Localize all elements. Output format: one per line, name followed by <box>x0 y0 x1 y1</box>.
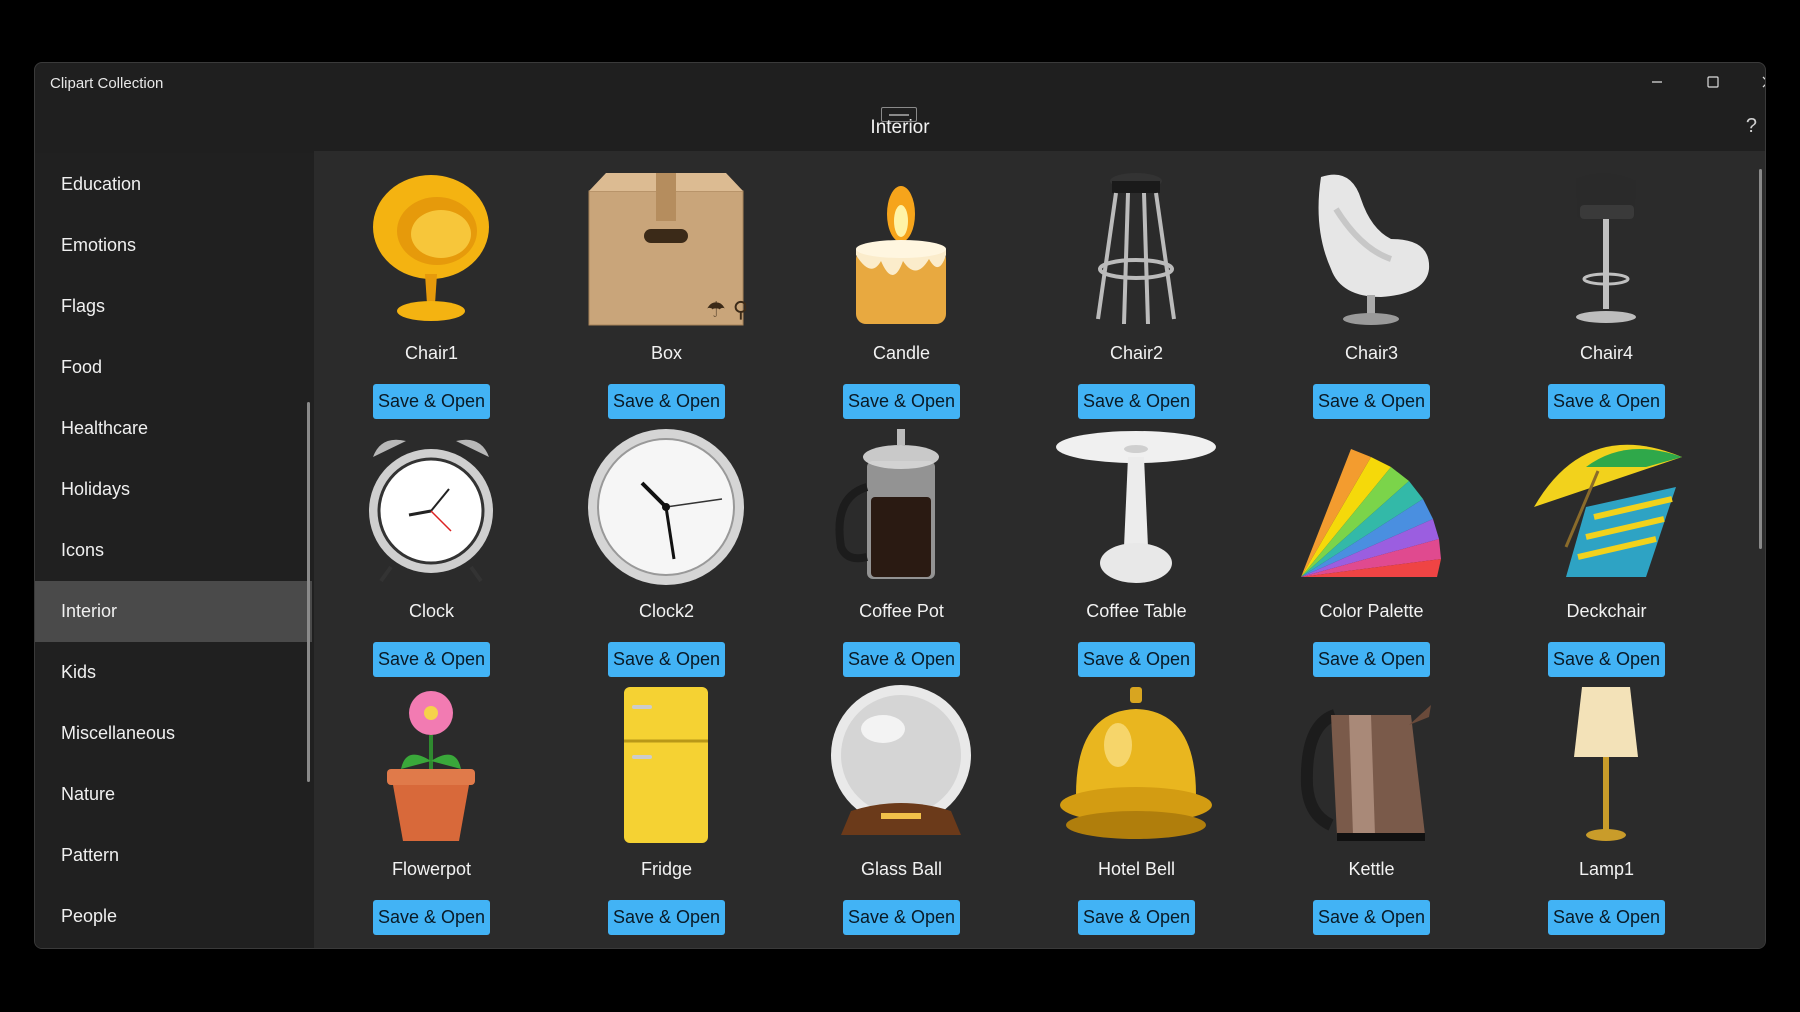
clipart-label: Color Palette <box>1319 601 1424 621</box>
clipart-grid: Chair1 Save & Open ☂ ⚲ Box Save & Open C… <box>314 151 1765 948</box>
clipart-card: Glass Ball Save & Open <box>784 667 1019 935</box>
clipart-card: Hotel Bell Save & Open <box>1019 667 1254 935</box>
clipart-card: Chair2 Save & Open <box>1019 151 1254 419</box>
clipart-card: Coffee Pot Save & Open <box>784 409 1019 677</box>
clipart-card: Fridge Save & Open <box>549 667 784 935</box>
sidebar-item-nature[interactable]: Nature <box>35 764 312 825</box>
clipart-label: Fridge <box>640 859 693 879</box>
clipart-card: Clock2 Save & Open <box>549 409 784 677</box>
coffee-pot-icon <box>821 427 981 587</box>
clipart-card: Coffee Table Save & Open <box>1019 409 1254 677</box>
clipart-label: Chair3 <box>1344 343 1399 363</box>
minimize-button[interactable] <box>1630 63 1684 101</box>
save-open-button[interactable]: Save & Open <box>1313 900 1430 935</box>
glass-ball-icon <box>821 685 981 845</box>
sidebar-item-holidays[interactable]: Holidays <box>35 459 312 520</box>
clipart-card: Chair1 Save & Open <box>314 151 549 419</box>
sidebar-item-education[interactable]: Education <box>35 154 312 215</box>
candle-icon <box>821 169 981 329</box>
clipart-card: Lamp1 Save & Open <box>1489 667 1724 935</box>
alarm-clock-icon <box>351 427 511 587</box>
clipart-label: Hotel Bell <box>1097 859 1176 879</box>
help-button[interactable]: ? <box>1746 115 1757 138</box>
sidebar-item-pattern[interactable]: Pattern <box>35 825 312 886</box>
title-bar[interactable]: Clipart Collection <box>35 63 1765 101</box>
lamp-icon <box>1526 685 1686 845</box>
sidebar-item-healthcare[interactable]: Healthcare <box>35 398 312 459</box>
clipart-label: Coffee Pot <box>859 601 944 621</box>
egg-chair-icon <box>1291 169 1451 329</box>
clipart-card: Chair3 Save & Open <box>1254 151 1489 419</box>
category-sidebar: Education Emotions Flags Food Healthcare… <box>35 153 315 948</box>
flowerpot-icon <box>351 685 511 845</box>
sidebar-item-miscellaneous[interactable]: Miscellaneous <box>35 703 312 764</box>
clipart-label: Deckchair <box>1566 601 1647 621</box>
save-open-button[interactable]: Save & Open <box>1078 900 1195 935</box>
minimize-icon <box>1652 81 1662 83</box>
clipart-card: Kettle Save & Open <box>1254 667 1489 935</box>
coffee-table-icon <box>1056 427 1216 587</box>
sidebar-item-interior[interactable]: Interior <box>35 581 312 642</box>
chair-icon <box>351 169 511 329</box>
clipart-label: Clock2 <box>638 601 695 621</box>
window-title: Clipart Collection <box>50 75 164 92</box>
sidebar-item-food[interactable]: Food <box>35 337 312 398</box>
color-palette-icon <box>1291 427 1451 587</box>
clipart-label: Kettle <box>1348 859 1395 879</box>
sidebar-item-kids[interactable]: Kids <box>35 642 312 703</box>
clipart-label: Candle <box>872 343 931 363</box>
wall-clock-icon <box>586 427 746 587</box>
content-scrollbar[interactable] <box>1759 169 1762 549</box>
page-title: Interior <box>870 117 930 138</box>
clipart-card: Chair4 Save & Open <box>1489 151 1724 419</box>
close-button[interactable] <box>1741 63 1765 101</box>
clipart-card: Candle Save & Open <box>784 151 1019 419</box>
clipart-label: Box <box>650 343 683 363</box>
bar-chair-icon <box>1526 169 1686 329</box>
clipart-card: ☂ ⚲ Box Save & Open <box>549 151 784 419</box>
clipart-card: Flowerpot Save & Open <box>314 667 549 935</box>
clipart-label: Glass Ball <box>860 859 943 879</box>
save-open-button[interactable]: Save & Open <box>843 900 960 935</box>
clipart-label: Chair4 <box>1579 343 1634 363</box>
sidebar-item-icons[interactable]: Icons <box>35 520 312 581</box>
sidebar-item-emotions[interactable]: Emotions <box>35 215 312 276</box>
save-open-button[interactable]: Save & Open <box>1548 900 1665 935</box>
clipart-card: Deckchair Save & Open <box>1489 409 1724 677</box>
clipart-label: Clock <box>408 601 454 621</box>
sidebar-item-people[interactable]: People <box>35 886 312 947</box>
deckchair-icon <box>1526 427 1686 587</box>
svg-text:☂ ⚲: ☂ ⚲ <box>706 298 746 323</box>
kettle-icon <box>1291 685 1451 845</box>
clipart-label: Coffee Table <box>1086 601 1187 621</box>
fridge-icon <box>586 685 746 845</box>
clipart-label: Chair1 <box>404 343 459 363</box>
close-icon <box>1762 76 1765 88</box>
stool-icon <box>1056 169 1216 329</box>
clipart-label: Chair2 <box>1109 343 1164 363</box>
save-open-button[interactable]: Save & Open <box>608 900 725 935</box>
hotel-bell-icon <box>1056 685 1216 845</box>
clipart-label: Flowerpot <box>391 859 472 879</box>
page-header: Interior ? <box>35 101 1765 153</box>
maximize-icon <box>1707 76 1719 88</box>
box-icon: ☂ ⚲ <box>586 169 746 329</box>
clipart-card: Clock Save & Open <box>314 409 549 677</box>
app-window: Clipart Collection Interior ? Education … <box>34 62 1766 949</box>
sidebar-scrollbar[interactable] <box>307 402 310 782</box>
clipart-label: Lamp1 <box>1578 859 1635 879</box>
clipart-card: Color Palette Save & Open <box>1254 409 1489 677</box>
maximize-button[interactable] <box>1686 63 1740 101</box>
sidebar-item-flags[interactable]: Flags <box>35 276 312 337</box>
save-open-button[interactable]: Save & Open <box>373 900 490 935</box>
